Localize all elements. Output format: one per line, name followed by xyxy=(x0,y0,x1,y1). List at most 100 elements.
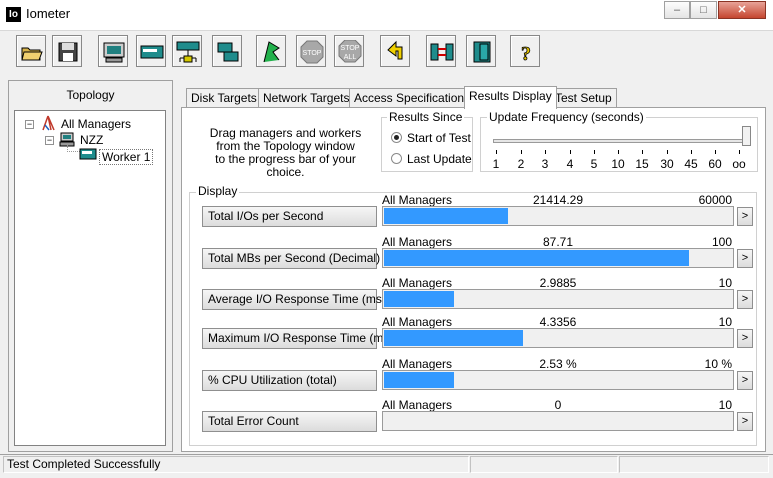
radio-last-update-label: Last Update xyxy=(407,152,472,166)
metric-max: 100 xyxy=(711,235,732,249)
metric-select-button[interactable]: Total I/Os per Second xyxy=(202,206,377,227)
exit-button[interactable] xyxy=(466,35,496,67)
metric-more-button[interactable]: > xyxy=(737,207,753,226)
save-config-icon xyxy=(58,42,78,62)
metric-source: All Managers xyxy=(382,276,453,290)
tick-mark xyxy=(691,150,692,154)
maximize-button[interactable]: □ xyxy=(690,1,717,19)
tree-item-nzz[interactable]: NZZ xyxy=(80,133,103,147)
radio-start-of-test-label: Start of Test xyxy=(407,131,471,145)
svg-text:ALL: ALL xyxy=(344,54,357,61)
metric-select-button[interactable]: Total Error Count xyxy=(202,411,377,432)
help-icon: ? xyxy=(521,43,532,64)
metric-value: 0 xyxy=(554,398,562,412)
disconnect-manager-icon xyxy=(430,43,454,61)
open-config-button[interactable] xyxy=(16,35,46,67)
metric-value: 4.3356 xyxy=(539,315,577,329)
tick-mark xyxy=(570,150,571,154)
help-button[interactable]: ? xyxy=(510,35,540,67)
metric-progress-bar[interactable] xyxy=(382,370,734,390)
stop-test-button[interactable]: STOP xyxy=(296,35,326,67)
metric-source: All Managers xyxy=(382,357,453,371)
duplicate-worker-icon xyxy=(217,42,239,62)
start-display-button[interactable] xyxy=(98,35,128,67)
metric-source: All Managers xyxy=(382,315,453,329)
metric-value: 21414.29 xyxy=(532,193,584,207)
tree-expander-all-managers[interactable]: − xyxy=(25,120,34,129)
metric-max: 10 xyxy=(718,276,732,290)
topology-tree: − All Managers − NZZ Worker 1 xyxy=(14,110,166,446)
start-test-icon xyxy=(263,41,280,63)
metric-source: All Managers xyxy=(382,235,453,249)
tick-mark xyxy=(667,150,668,154)
metric-progress-fill xyxy=(384,372,454,388)
metric-max: 60000 xyxy=(698,193,732,207)
update-frequency-slider[interactable] xyxy=(742,126,751,146)
start-display-icon xyxy=(103,42,125,63)
metric-progress-bar[interactable] xyxy=(382,248,734,268)
results-since-label: Results Since xyxy=(387,110,465,124)
update-frequency-track xyxy=(493,139,749,143)
metric-progress-bar[interactable] xyxy=(382,206,734,226)
radio-last-update[interactable] xyxy=(391,153,402,164)
metric-more-button[interactable]: > xyxy=(737,412,753,431)
tick-mark xyxy=(739,150,740,154)
reset-workers-button[interactable] xyxy=(380,35,410,67)
svg-text:STOP: STOP xyxy=(303,50,322,57)
metric-progress-bar[interactable] xyxy=(382,289,734,309)
svg-text:?: ? xyxy=(521,43,531,64)
metric-select-button[interactable]: Maximum I/O Response Time (ms) xyxy=(202,328,393,349)
radio-start-of-test[interactable] xyxy=(391,132,402,143)
metric-select-button[interactable]: % CPU Utilization (total) xyxy=(202,370,377,391)
drag-instructions: Drag managers and workers from the Topol… xyxy=(198,127,373,179)
new-disk-worker-icon xyxy=(176,41,200,63)
new-disk-worker-button[interactable] xyxy=(172,35,202,67)
tree-item-worker-1[interactable]: Worker 1 xyxy=(99,149,154,165)
metric-progress-fill xyxy=(384,250,689,266)
metric-more-button[interactable]: > xyxy=(737,329,753,348)
metric-value: 87.71 xyxy=(542,235,574,249)
tab-access-specifications[interactable]: Access Specifications xyxy=(349,88,476,108)
app-icon: Io xyxy=(6,7,21,22)
update-frequency-label: Update Frequency (seconds) xyxy=(487,110,646,124)
metric-more-button[interactable]: > xyxy=(737,290,753,309)
tick-mark xyxy=(715,150,716,154)
reset-workers-icon xyxy=(387,40,403,60)
tab-disk-targets[interactable]: Disk Targets xyxy=(186,88,262,108)
new-manager-button[interactable] xyxy=(136,35,166,67)
tree-expander-nzz[interactable]: − xyxy=(45,136,54,145)
save-config-button[interactable] xyxy=(52,35,82,67)
metric-value: 2.9885 xyxy=(539,276,577,290)
metric-select-button[interactable]: Total MBs per Second (Decimal) xyxy=(202,248,380,269)
tab-network-targets[interactable]: Network Targets xyxy=(258,88,355,108)
start-test-button[interactable] xyxy=(256,35,286,67)
minimize-button[interactable]: – xyxy=(664,1,690,19)
window-title: Iometer xyxy=(26,6,71,21)
tree-item-all-managers[interactable]: All Managers xyxy=(61,117,131,131)
metric-value: 2.53 % xyxy=(539,357,577,371)
display-label: Display xyxy=(196,184,240,198)
metric-max: 10 % xyxy=(704,357,732,371)
stop-all-icon: STOP ALL xyxy=(338,40,362,63)
duplicate-worker-button[interactable] xyxy=(212,35,242,67)
metric-progress-bar[interactable] xyxy=(382,411,734,431)
title-bar: Io Iometer – □ ✕ xyxy=(0,0,773,30)
status-pane-3 xyxy=(619,456,769,473)
metric-source: All Managers xyxy=(382,193,453,207)
tick-mark xyxy=(642,150,643,154)
disconnect-manager-button[interactable] xyxy=(426,35,456,67)
metric-more-button[interactable]: > xyxy=(737,371,753,390)
stop-all-button[interactable]: STOP ALL xyxy=(334,35,364,67)
open-config-icon xyxy=(21,47,43,61)
metric-progress-bar[interactable] xyxy=(382,328,734,348)
tick-label: oo xyxy=(732,157,746,171)
tab-test-setup[interactable]: Test Setup xyxy=(550,88,617,108)
tick-mark xyxy=(521,150,522,154)
status-text: Test Completed Successfully xyxy=(3,456,469,473)
metric-more-button[interactable]: > xyxy=(737,249,753,268)
close-button[interactable]: ✕ xyxy=(718,1,766,19)
tab-results-display[interactable]: Results Display xyxy=(464,86,557,109)
metric-max: 10 xyxy=(718,398,732,412)
metric-select-button[interactable]: Average I/O Response Time (ms) xyxy=(202,289,386,310)
tick-mark xyxy=(618,150,619,154)
